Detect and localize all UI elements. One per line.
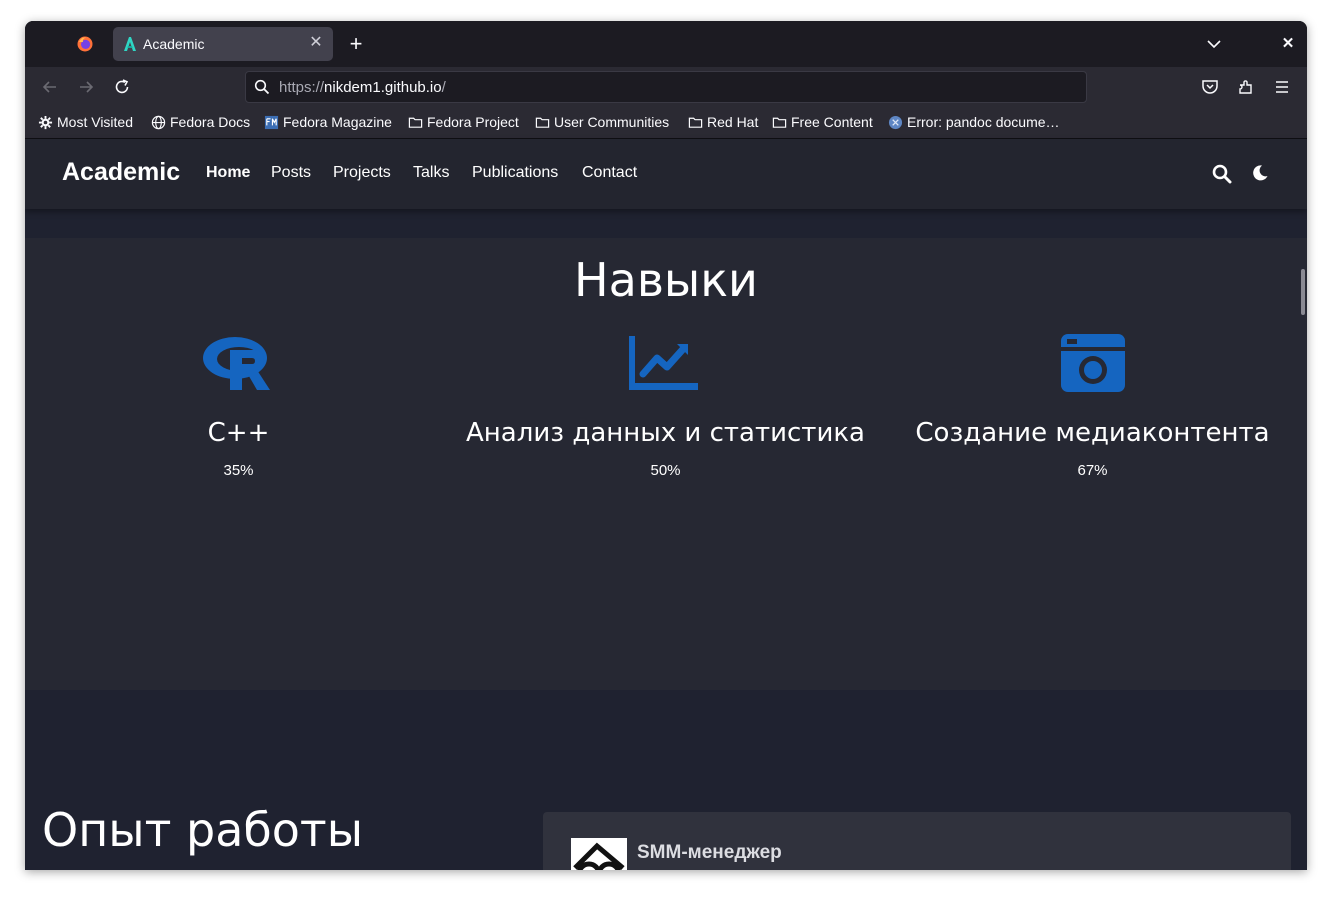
menu-home[interactable]: Home bbox=[206, 164, 250, 182]
skill-item: Анализ данных и статистика 50% bbox=[452, 334, 879, 479]
bookmark-fedora-magazine[interactable]: Fedora Magazine bbox=[264, 114, 392, 132]
address-bar[interactable]: https://nikdem1.github.io/ bbox=[245, 71, 1087, 103]
r-logo-icon bbox=[202, 337, 270, 390]
bookmark-red-hat[interactable]: Red Hat bbox=[688, 114, 758, 132]
tab-academic[interactable]: Academic ✕ bbox=[113, 27, 333, 61]
experience-title: Опыт работы bbox=[42, 803, 364, 857]
bookmark-most-visited[interactable]: Most Visited bbox=[38, 114, 133, 132]
bookmark-user-communities[interactable]: User Communities bbox=[535, 114, 669, 132]
menu-projects[interactable]: Projects bbox=[333, 164, 391, 182]
folder-icon bbox=[688, 117, 703, 128]
company-logo bbox=[571, 838, 627, 870]
new-tab-button[interactable]: + bbox=[345, 33, 367, 55]
web-page: Academic Home Posts Projects Talks Publi… bbox=[25, 139, 1307, 870]
bookmark-label: User Communities bbox=[554, 114, 670, 130]
menu-posts[interactable]: Posts bbox=[271, 164, 311, 182]
extensions-icon[interactable] bbox=[1236, 77, 1256, 97]
bookmark-label: Fedora Magazine bbox=[283, 114, 392, 130]
bookmark-fedora-project[interactable]: Fedora Project bbox=[408, 114, 519, 132]
bookmark-label: Free Content bbox=[791, 114, 873, 130]
bookmark-pandoc-error[interactable]: Error: pandoc docume… bbox=[888, 114, 1060, 132]
page-icon bbox=[888, 115, 903, 130]
pocket-icon[interactable] bbox=[1200, 77, 1220, 97]
chart-line-icon bbox=[628, 336, 698, 390]
folder-icon bbox=[408, 117, 423, 128]
bookmark-label: Fedora Docs bbox=[170, 114, 251, 130]
hamburger-menu-icon[interactable] bbox=[1272, 77, 1292, 97]
skill-name: C++ bbox=[207, 418, 270, 448]
bookmark-label: Most Visited bbox=[57, 114, 133, 130]
back-arrow-icon[interactable] bbox=[40, 77, 60, 97]
site-brand[interactable]: Academic bbox=[62, 158, 180, 187]
folder-icon bbox=[535, 117, 550, 128]
skill-item: C++ 35% bbox=[25, 334, 452, 479]
close-tab-icon[interactable]: ✕ bbox=[307, 34, 325, 52]
bookmark-label: Red Hat bbox=[707, 114, 759, 130]
forward-arrow-icon[interactable] bbox=[76, 77, 96, 97]
url-host: nikdem1.github.io bbox=[324, 79, 442, 96]
skill-name: Анализ данных и статистика bbox=[466, 418, 865, 448]
url-path: / bbox=[441, 79, 446, 96]
globe-icon bbox=[151, 115, 166, 130]
skill-name: Создание медиаконтента bbox=[915, 418, 1270, 448]
skill-percent: 67% bbox=[1077, 462, 1108, 479]
url-protocol: https:// bbox=[279, 79, 325, 96]
menu-contact[interactable]: Contact bbox=[582, 164, 637, 182]
browser-window: Academic ✕ + ✕ https://nikdem1.github.io… bbox=[25, 21, 1307, 870]
bookmark-label: Error: pandoc docume… bbox=[907, 114, 1060, 130]
fm-icon bbox=[264, 115, 279, 130]
bookmarks-toolbar: Most Visited Fedora Docs Fedora Magazine… bbox=[25, 107, 1307, 139]
menu-publications[interactable]: Publications bbox=[472, 164, 558, 182]
bookmark-free-content[interactable]: Free Content bbox=[772, 114, 873, 132]
moon-icon[interactable] bbox=[1251, 164, 1269, 182]
bookmark-fedora-docs[interactable]: Fedora Docs bbox=[151, 114, 250, 132]
menu-talks[interactable]: Talks bbox=[413, 164, 449, 182]
skill-item: Создание медиаконтента 67% bbox=[879, 334, 1306, 479]
nav-toolbar: https://nikdem1.github.io/ bbox=[25, 67, 1307, 107]
url-text: https://nikdem1.github.io/ bbox=[279, 79, 446, 96]
search-icon[interactable] bbox=[1212, 164, 1232, 184]
bookmark-label: Fedora Project bbox=[427, 114, 519, 130]
reload-icon[interactable] bbox=[112, 77, 132, 97]
experience-card: SMM-менеджер bbox=[543, 812, 1291, 870]
window-close-button[interactable]: ✕ bbox=[1279, 35, 1297, 53]
tab-title: Academic bbox=[143, 36, 205, 52]
experience-role: SMM-менеджер bbox=[637, 842, 782, 863]
site-navbar: Academic Home Posts Projects Talks Publi… bbox=[25, 139, 1307, 209]
skill-percent: 35% bbox=[223, 462, 254, 479]
folder-icon bbox=[772, 117, 787, 128]
skills-title: Навыки bbox=[574, 253, 758, 307]
skill-percent: 50% bbox=[650, 462, 681, 479]
academic-favicon-icon bbox=[124, 37, 136, 51]
camera-icon bbox=[1060, 334, 1125, 392]
chevron-down-icon[interactable] bbox=[1205, 35, 1223, 53]
page-scrollbar[interactable] bbox=[1301, 269, 1305, 315]
tab-strip: Academic ✕ + ✕ bbox=[25, 21, 1307, 67]
search-icon bbox=[254, 79, 270, 95]
gear-icon bbox=[38, 115, 53, 130]
firefox-icon[interactable] bbox=[77, 36, 93, 52]
